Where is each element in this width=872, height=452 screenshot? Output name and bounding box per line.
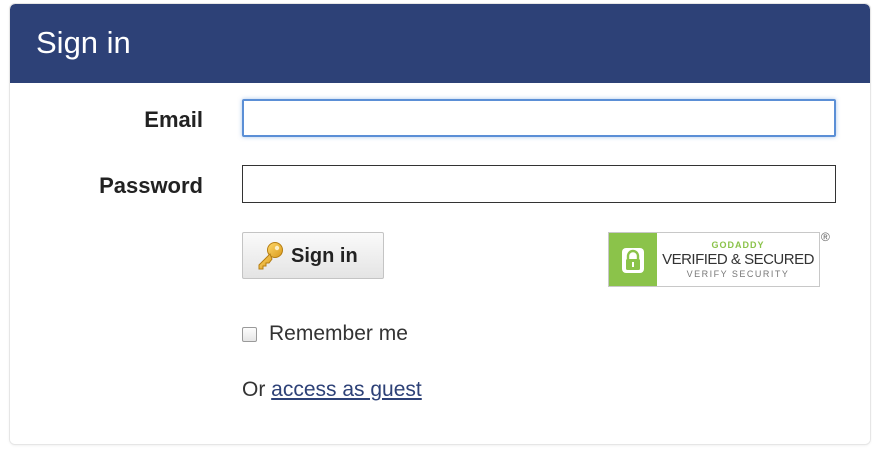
sign-in-form: Email Password Sign in GODADDY VERIFIED … (10, 83, 870, 444)
seal-lock-box (609, 233, 657, 286)
password-label: Password (99, 173, 203, 198)
remember-me-row: Remember me (242, 321, 408, 347)
key-icon (258, 241, 283, 269)
password-field[interactable] (242, 165, 836, 203)
guest-prefix: Or (242, 378, 266, 401)
email-field[interactable] (242, 99, 836, 137)
guest-access-row: Or access as guest (242, 377, 422, 403)
panel-header: Sign in (10, 4, 870, 83)
email-label: Email (144, 107, 203, 132)
sign-in-button-label: Sign in (291, 244, 358, 267)
sign-in-button[interactable]: Sign in (242, 232, 384, 279)
seal-text: GODADDY VERIFIED & SECURED VERIFY SECURI… (657, 233, 819, 286)
registered-mark: ® (821, 230, 830, 244)
remember-me-label[interactable]: Remember me (269, 321, 408, 347)
access-as-guest-link[interactable]: access as guest (271, 378, 422, 401)
padlock-icon (622, 247, 644, 273)
page-title: Sign in (36, 25, 131, 60)
remember-me-checkbox[interactable] (242, 326, 257, 342)
seal-sub-text: VERIFY SECURITY (686, 268, 790, 279)
verified-secured-seal[interactable]: GODADDY VERIFIED & SECURED VERIFY SECURI… (608, 232, 820, 287)
sign-in-panel: Sign in Email Password Sign in GODADDY V… (10, 4, 870, 444)
seal-main-text: VERIFIED & SECURED (662, 250, 814, 268)
seal-brand: GODADDY (711, 239, 765, 250)
